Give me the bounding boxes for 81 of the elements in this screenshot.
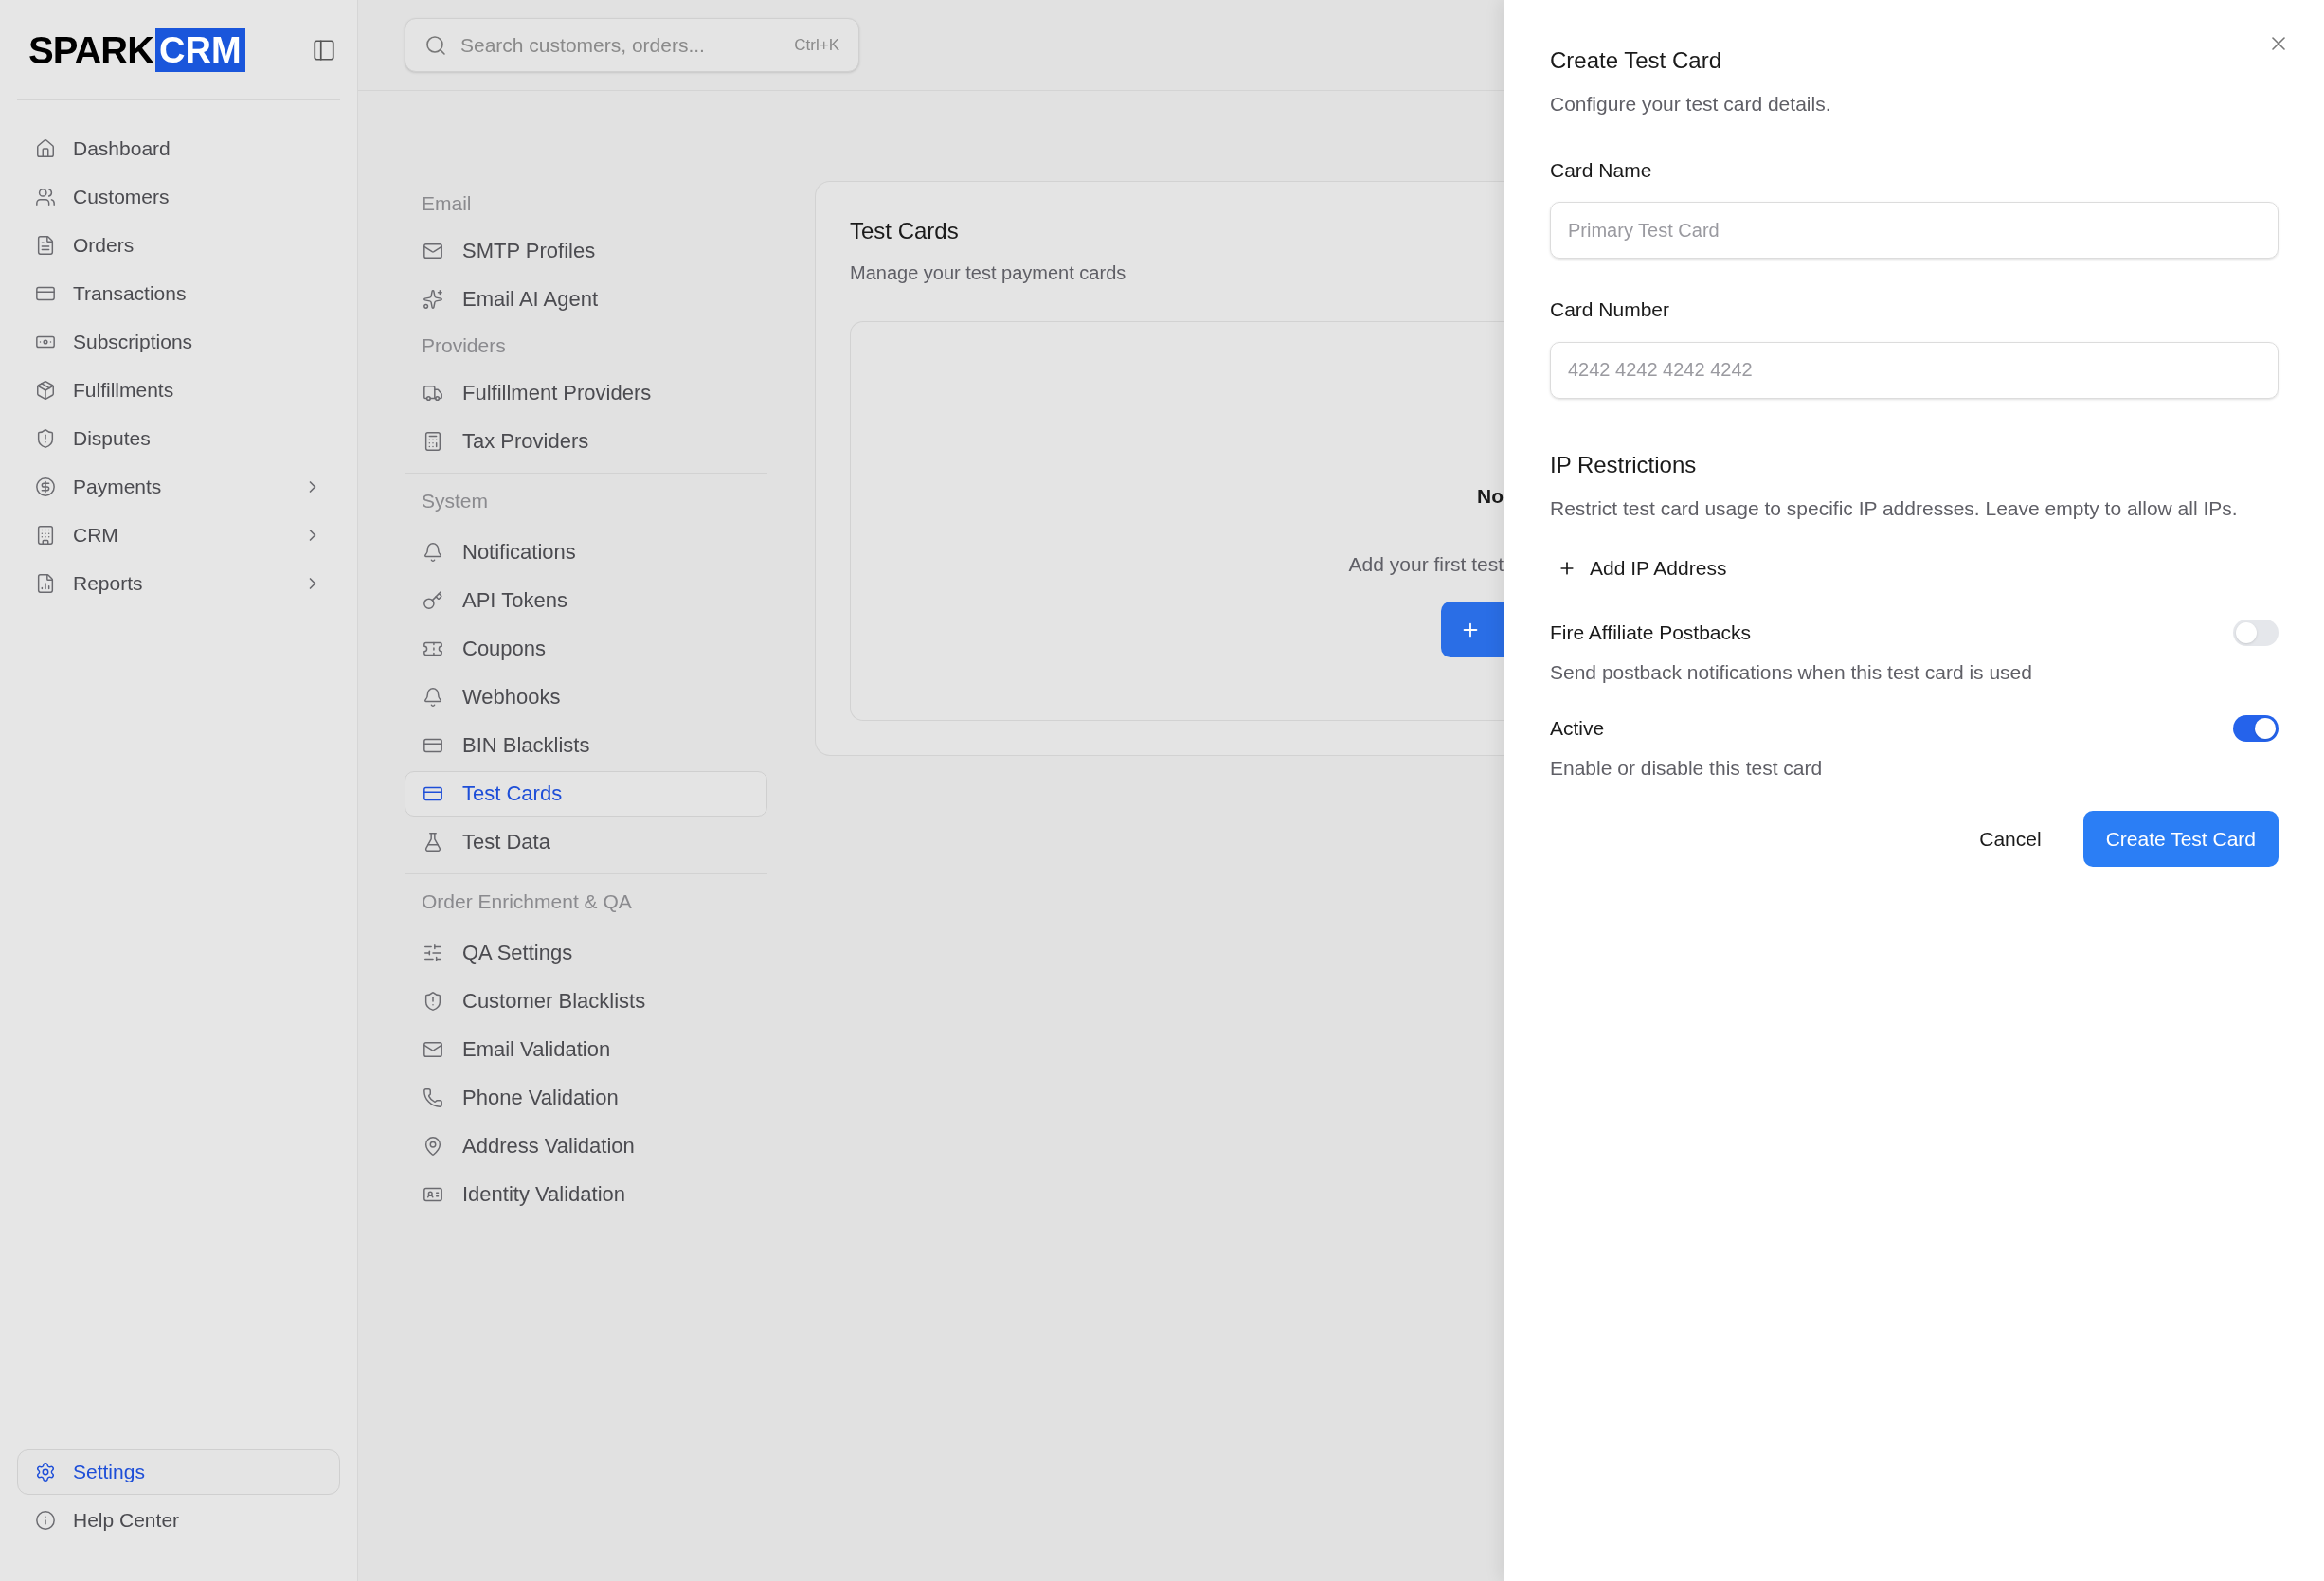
nav-group-heading: Email (421, 191, 473, 217)
box-icon (35, 380, 56, 401)
settings-nav-item[interactable]: Address Validation (405, 1123, 767, 1169)
logo-badge: CRM (155, 27, 245, 72)
shortcut-hint: Ctrl+K (794, 34, 839, 56)
toggle-description: Enable or disable this test card (1550, 755, 1824, 781)
chart-document-icon (35, 573, 56, 594)
panel-subtitle: Configure your test card details. (1550, 92, 1832, 117)
text-input[interactable]: 4242 4242 4242 4242 (1550, 341, 2279, 399)
settings-nav-item[interactable]: Phone Validation (405, 1074, 767, 1121)
sidebar-item[interactable]: CRM (17, 512, 340, 558)
toggle-switch[interactable] (2233, 619, 2279, 646)
sidebar-item[interactable]: Fulfillments (17, 368, 340, 413)
toggle-label: Fire Affiliate Postbacks (1550, 620, 1752, 645)
shield-icon (423, 990, 443, 1012)
field-label: Card Name (1550, 157, 1653, 183)
nav-group-heading: Providers (421, 333, 507, 359)
text-input[interactable]: Primary Test Card (1550, 202, 2279, 259)
add-ip-button[interactable]: Add IP Address (1550, 544, 1735, 593)
document-icon (35, 235, 56, 256)
cancel-button[interactable]: Cancel (1960, 811, 2061, 867)
search-icon (424, 33, 447, 57)
settings-nav-item[interactable]: Test Cards (405, 770, 767, 817)
map-pin-icon (423, 1135, 443, 1157)
settings-nav-item[interactable]: QA Settings (405, 929, 767, 976)
search-input[interactable]: Search customers, orders... (460, 29, 795, 61)
settings-nav-item[interactable]: Email AI Agent (405, 276, 767, 322)
bell-icon (423, 686, 443, 708)
settings-icon (35, 1462, 56, 1482)
sidebar-item[interactable]: Payments (17, 464, 340, 510)
bell-icon (423, 541, 443, 563)
settings-nav-item[interactable]: Tax Providers (405, 418, 767, 464)
sidebar-toggle-icon[interactable] (312, 37, 336, 63)
info-icon (35, 1510, 56, 1531)
key-icon (423, 589, 443, 611)
add-button[interactable] (1441, 602, 1504, 657)
sparkle-icon (423, 288, 443, 310)
calculator-icon (423, 430, 443, 452)
shield-icon (35, 428, 56, 449)
card-subtitle: Manage your test payment cards (850, 261, 1127, 285)
nav-group-heading: System (405, 473, 767, 528)
toggle-label: Active (1550, 716, 1605, 741)
phone-icon (423, 1087, 443, 1108)
sidebar-item[interactable]: Disputes (17, 416, 340, 461)
settings-nav-item[interactable]: Identity Validation (405, 1171, 767, 1217)
panel-title: Create Test Card (1550, 46, 1722, 75)
users-icon (35, 187, 56, 207)
toggle-switch[interactable] (2233, 714, 2279, 742)
settings-nav-item[interactable]: Fulfillment Providers (405, 369, 767, 416)
settings-nav-item[interactable]: API Tokens (405, 577, 767, 623)
sidebar-item[interactable]: Subscriptions (17, 319, 340, 365)
section-description: Restrict test card usage to specific IP addresses. Leave empty to allow all IPs. (1550, 495, 2239, 521)
empty-state-text: Add your first test (1348, 551, 1504, 577)
settings-nav-item[interactable]: SMTP Profiles (405, 227, 767, 274)
sidebar-item[interactable]: Orders (17, 223, 340, 268)
logo-text: SPARK (28, 30, 154, 69)
sidebar-item[interactable]: Customers (17, 174, 340, 220)
field-label: Card Number (1550, 297, 1671, 322)
settings-nav-item[interactable]: Webhooks (405, 674, 767, 720)
settings-nav-item[interactable]: Notifications (405, 529, 767, 575)
sidebar-item[interactable]: Dashboard (17, 126, 340, 171)
dollar-icon (35, 476, 56, 497)
sidebar-item[interactable]: Transactions (17, 271, 340, 316)
settings-nav-item[interactable]: Test Data (405, 818, 767, 865)
sidebar-item[interactable]: Help Center (17, 1498, 340, 1543)
create-button[interactable]: Create Test Card (2082, 811, 2279, 867)
card-title: Test Cards (850, 217, 960, 245)
settings-nav-item[interactable]: Customer Blacklists (405, 978, 767, 1024)
sliders-icon (423, 942, 443, 963)
building-icon (35, 525, 56, 546)
settings-nav-item[interactable]: Email Validation (405, 1026, 767, 1072)
empty-state-title: No (1477, 484, 1504, 509)
settings-nav-item[interactable]: Coupons (405, 625, 767, 672)
sidebar-item[interactable]: Reports (17, 561, 340, 606)
toggle-description: Send postback notifications when this test card is used (1550, 659, 2033, 685)
section-title: IP Restrictions (1550, 450, 1698, 479)
sidebar-item[interactable]: Settings (17, 1449, 340, 1495)
settings-nav-item[interactable]: BIN Blacklists (405, 722, 767, 768)
flask-icon (423, 831, 443, 853)
nav-group-heading: Order Enrichment & QA (405, 873, 767, 928)
home-icon (35, 138, 56, 159)
